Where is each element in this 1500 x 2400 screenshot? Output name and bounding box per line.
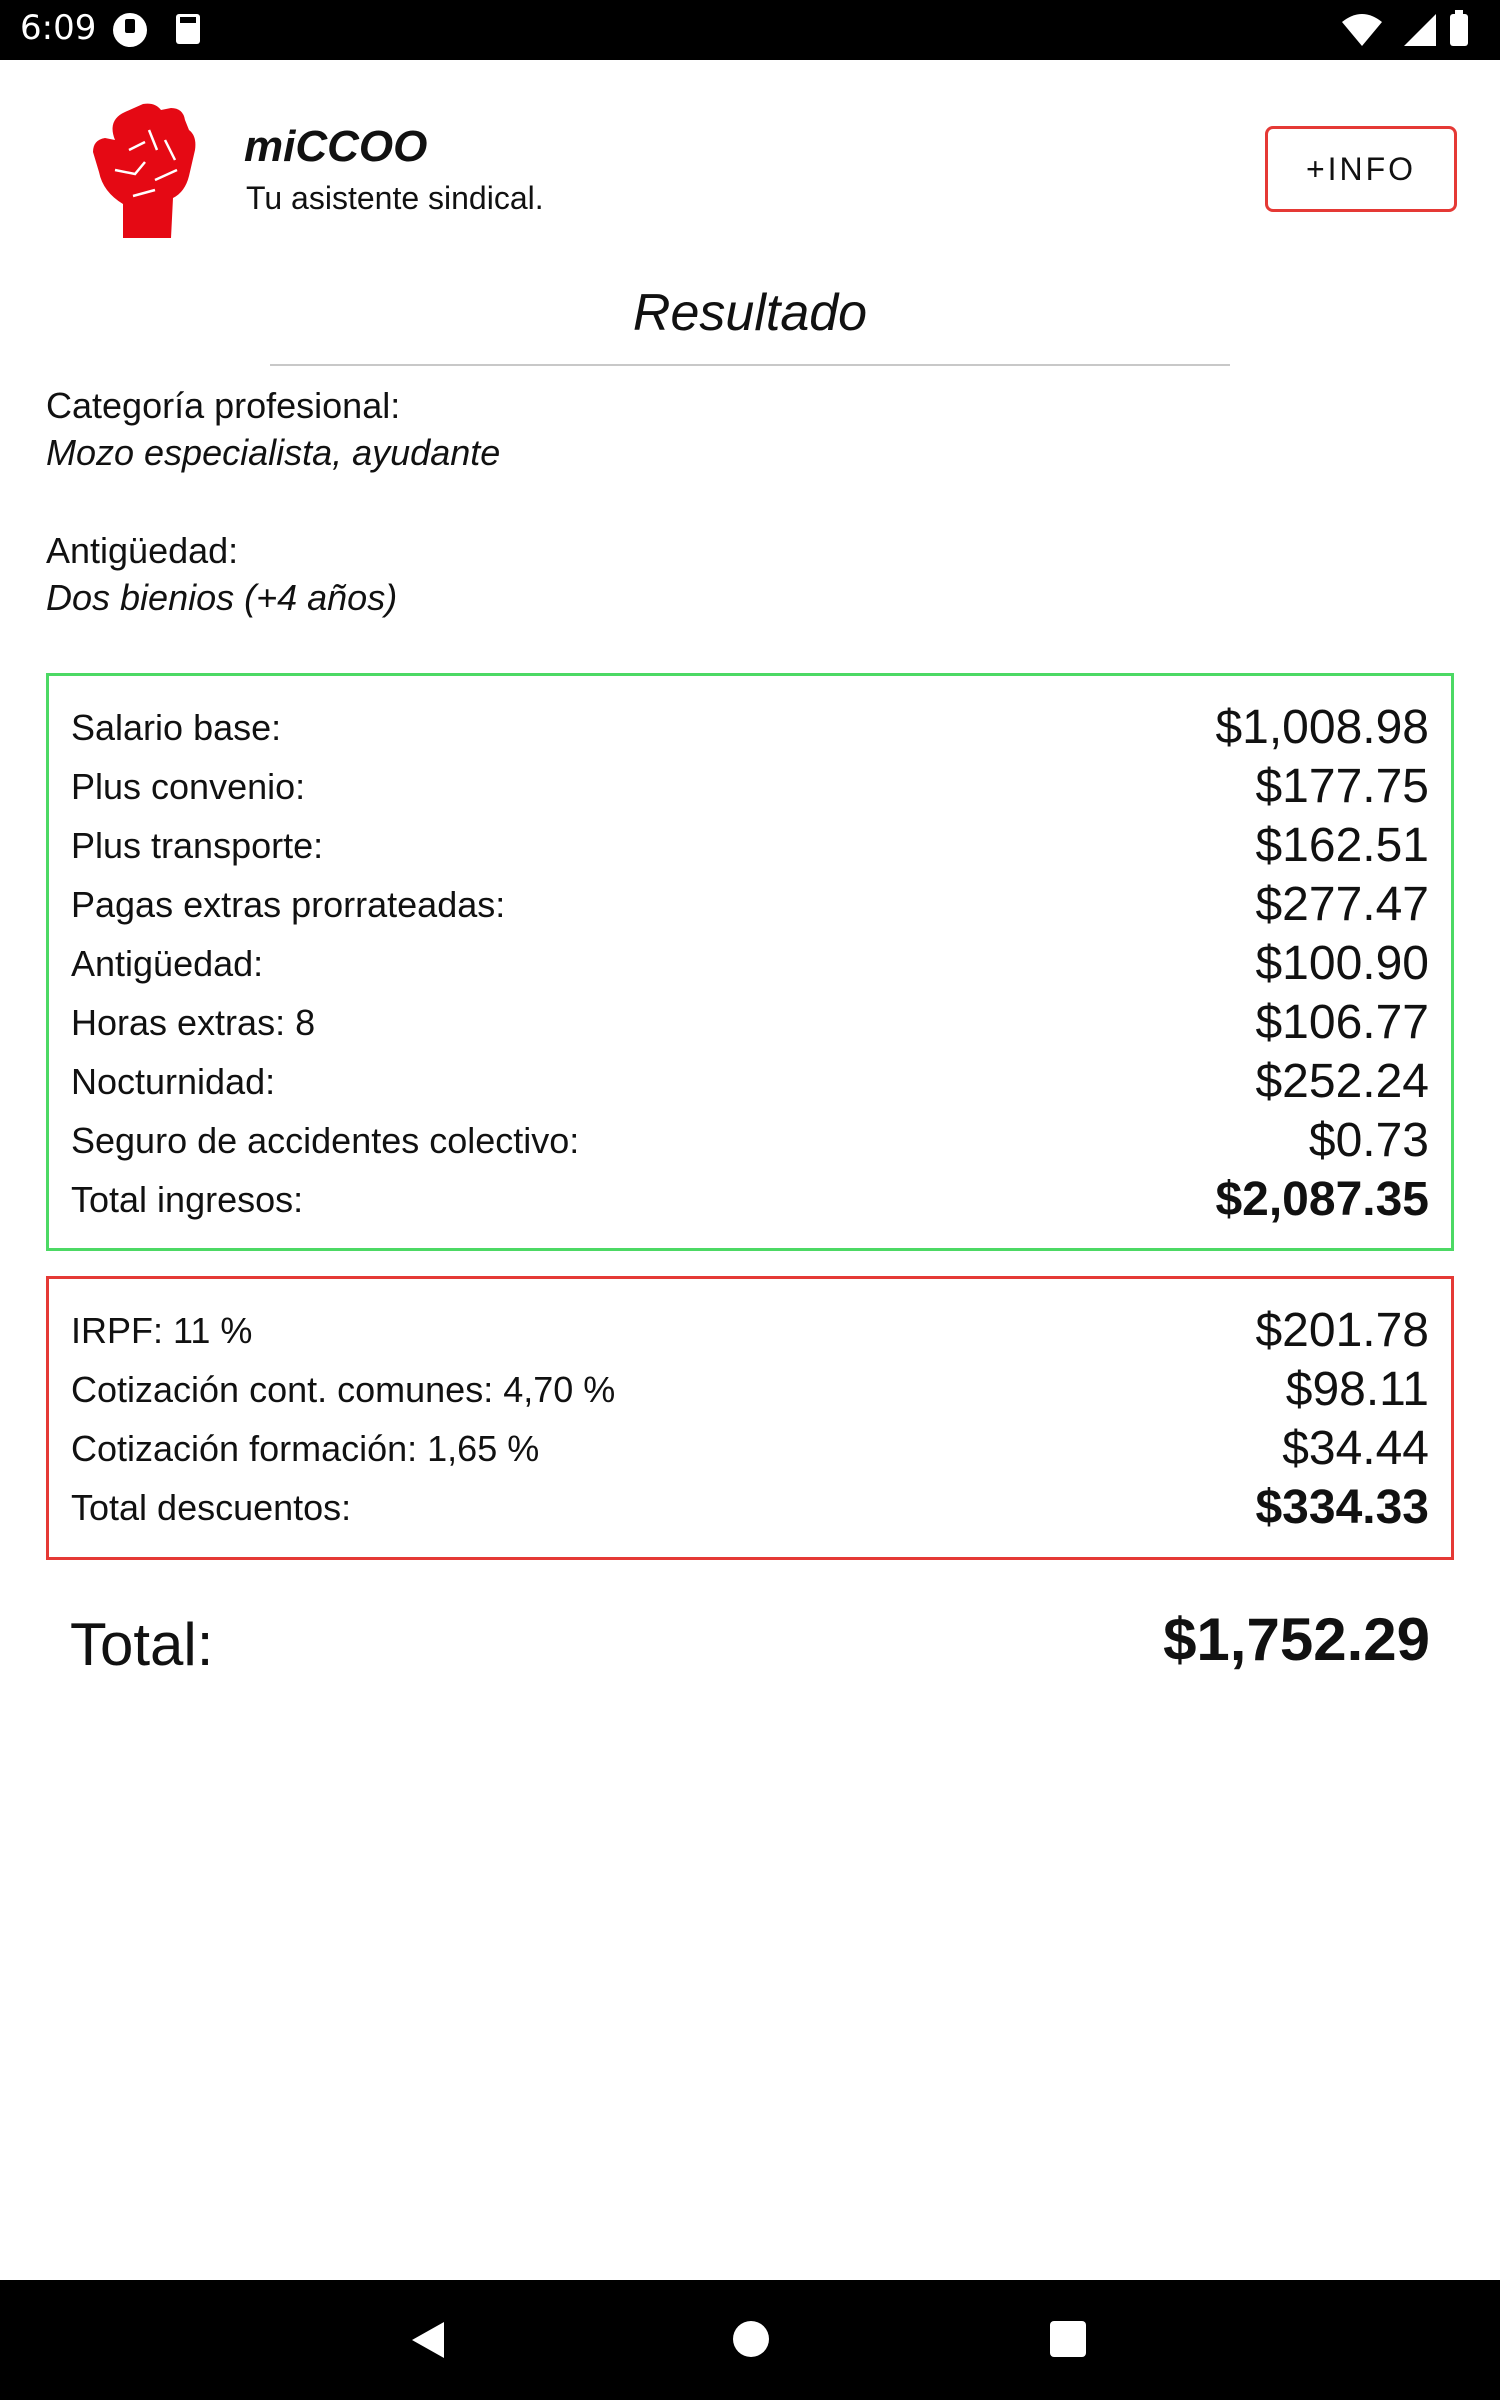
income-row: Nocturnidad: $252.24	[71, 1052, 1429, 1111]
battery-icon	[1450, 10, 1468, 46]
recents-icon[interactable]	[1050, 2321, 1086, 2357]
deduction-total-label: Total descuentos:	[71, 1486, 352, 1528]
income-total-label: Total ingresos:	[71, 1178, 304, 1220]
income-value: $177.75	[1255, 760, 1429, 813]
income-row: Horas extras: 8 $106.77	[71, 993, 1429, 1052]
deductions-box: IRPF: 11 % $201.78 Cotización cont. comu…	[46, 1276, 1454, 1560]
signal-icon	[1404, 14, 1436, 46]
income-label: Antigüedad:	[71, 942, 264, 984]
deduction-total-value: $334.33	[1255, 1481, 1429, 1534]
income-value: $1,008.98	[1215, 701, 1429, 754]
income-row: Seguro de accidentes colectivo: $0.73	[71, 1111, 1429, 1170]
info-button[interactable]: +INFO	[1265, 126, 1457, 212]
deduction-value: $98.11	[1285, 1363, 1429, 1416]
income-total-row: Total ingresos: $2,087.35	[71, 1170, 1429, 1229]
category-value: Mozo especialista, ayudante	[46, 432, 501, 473]
raised-fist-logo	[93, 103, 196, 238]
status-time: 6:09	[20, 8, 97, 48]
income-row: Antigüedad: $100.90	[71, 934, 1429, 993]
income-box: Salario base: $1,008.98 Plus convenio: $…	[46, 673, 1454, 1251]
income-label: Salario base:	[71, 706, 282, 748]
income-label: Seguro de accidentes colectivo:	[71, 1119, 580, 1161]
income-row: Salario base: $1,008.98	[71, 698, 1429, 757]
title-divider	[270, 364, 1230, 366]
navigation-bar	[0, 2280, 1500, 2400]
income-label: Plus convenio:	[71, 765, 306, 807]
back-icon[interactable]	[410, 2320, 446, 2360]
deduction-label: Cotización formación: 1,65 %	[71, 1427, 540, 1469]
income-total-value: $2,087.35	[1215, 1173, 1429, 1226]
status-icons	[1340, 10, 1480, 48]
income-label: Horas extras: 8	[71, 1001, 316, 1043]
income-label: Plus transporte:	[71, 824, 324, 866]
income-value: $106.77	[1255, 996, 1429, 1049]
total-label: Total:	[70, 1611, 214, 1678]
page-title: Resultado	[632, 284, 868, 342]
deduction-row: IRPF: 11 % $201.78	[71, 1301, 1429, 1360]
seniority-value: Dos bienios (+4 años)	[46, 577, 398, 618]
sd-card-icon	[176, 14, 200, 44]
income-value: $100.90	[1255, 937, 1429, 990]
seniority-label: Antigüedad:	[46, 530, 239, 571]
income-value: $0.73	[1308, 1114, 1429, 1167]
income-row: Plus convenio: $177.75	[71, 757, 1429, 816]
deduction-row: Cotización formación: 1,65 % $34.44	[71, 1419, 1429, 1478]
deduction-label: IRPF: 11 %	[71, 1309, 253, 1351]
income-value: $277.47	[1255, 878, 1429, 931]
income-value: $162.51	[1255, 819, 1429, 872]
deduction-row: Cotización cont. comunes: 4,70 % $98.11	[71, 1360, 1429, 1419]
income-value: $252.24	[1255, 1055, 1429, 1108]
home-icon[interactable]	[733, 2321, 769, 2357]
deduction-label: Cotización cont. comunes: 4,70 %	[71, 1368, 616, 1410]
income-label: Pagas extras prorrateadas:	[71, 883, 506, 925]
income-label: Nocturnidad:	[71, 1060, 276, 1102]
deduction-value: $34.44	[1282, 1422, 1429, 1475]
status-bar: 6:09	[0, 0, 1500, 60]
total-value: $1,752.29	[1163, 1606, 1430, 1673]
app-subtitle: Tu asistente sindical.	[246, 180, 544, 216]
notification-icon	[113, 13, 147, 47]
income-row: Plus transporte: $162.51	[71, 816, 1429, 875]
deduction-total-row: Total descuentos: $334.33	[71, 1478, 1429, 1537]
income-row: Pagas extras prorrateadas: $277.47	[71, 875, 1429, 934]
app-title: miCCOO	[244, 122, 428, 171]
deduction-value: $201.78	[1255, 1304, 1429, 1357]
category-label: Categoría profesional:	[46, 385, 401, 426]
wifi-icon	[1342, 14, 1382, 46]
